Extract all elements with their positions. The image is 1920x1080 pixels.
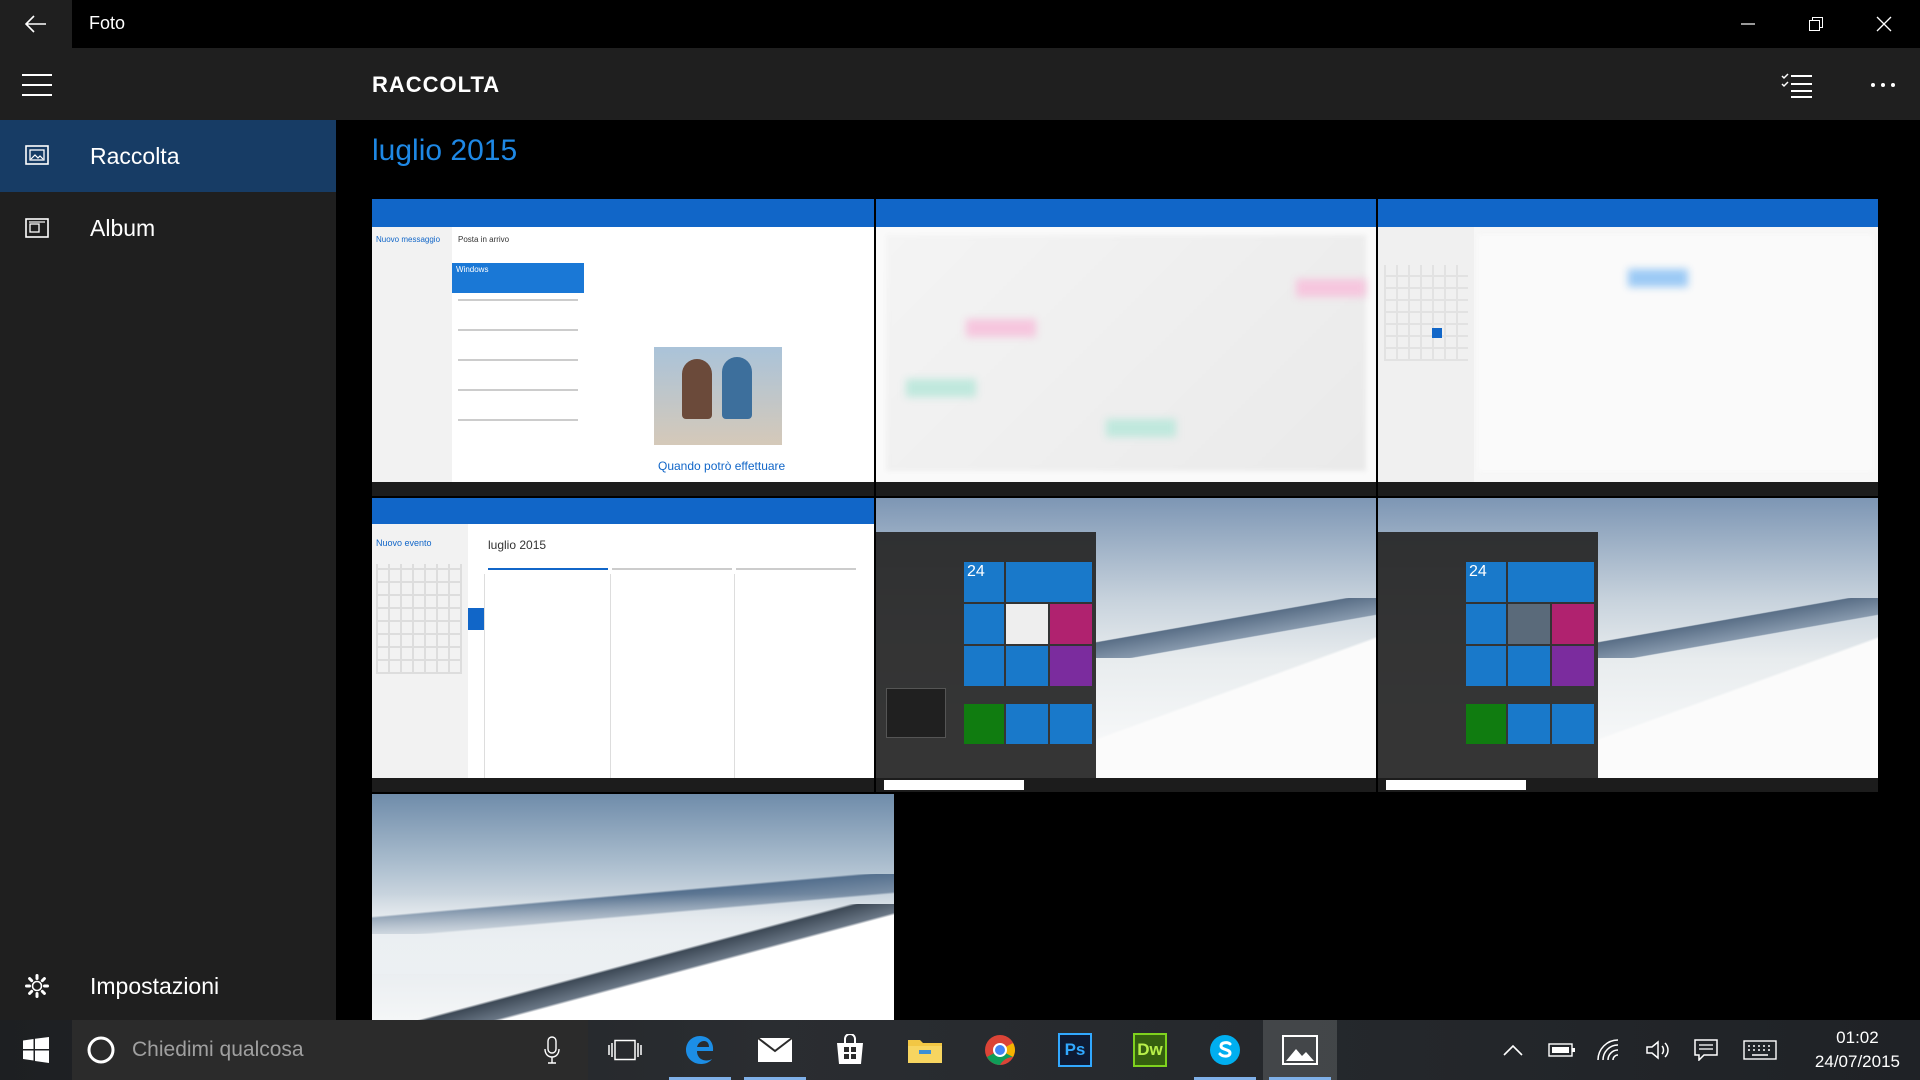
back-arrow-icon: [25, 15, 46, 33]
page-header: RACCOLTA: [336, 48, 1920, 120]
select-button[interactable]: [1774, 62, 1820, 108]
mail-icon: [757, 1037, 793, 1062]
taskbar: Chiedimi qualcosa Ps Dw 01:02 24/07/2015: [0, 1020, 1920, 1080]
inbox-label: Posta in arrivo: [458, 235, 510, 244]
gallery-icon: [25, 145, 49, 165]
new-event-link: Nuovo evento: [376, 538, 432, 548]
battery-icon: [1548, 1043, 1575, 1057]
task-view-button[interactable]: [588, 1020, 662, 1080]
keyboard-icon: [1743, 1040, 1777, 1060]
start-tile-date: 24: [967, 563, 985, 580]
chrome-icon: [985, 1035, 1015, 1065]
taskbar-skype[interactable]: [1188, 1020, 1262, 1080]
nav-item-album[interactable]: Album: [0, 192, 336, 264]
nav-label-settings: Impostazioni: [90, 972, 220, 999]
taskbar-photoshop[interactable]: Ps: [1038, 1020, 1112, 1080]
nav-item-settings[interactable]: Impostazioni: [0, 952, 336, 1020]
clock[interactable]: 01:02 24/07/2015: [1815, 1026, 1900, 1074]
volume-control[interactable]: [1638, 1020, 1678, 1080]
photo-thumbnail[interactable]: [1378, 199, 1878, 496]
taskbar-edge[interactable]: [663, 1020, 737, 1080]
nav-label-album: Album: [90, 214, 156, 241]
restore-icon: [1809, 17, 1823, 31]
window-title: Foto: [89, 13, 126, 33]
hamburger-menu-icon[interactable]: [22, 74, 52, 96]
photo-collection: luglio 2015 Nuovo messaggio Posta in arr…: [336, 120, 1920, 1020]
dreamweaver-icon: Dw: [1133, 1033, 1167, 1067]
start-tile-date: 24: [1469, 563, 1487, 580]
chevron-up-icon: [1503, 1044, 1523, 1056]
cortana-search-box[interactable]: Chiedimi qualcosa: [72, 1020, 588, 1080]
restore-button[interactable]: [1782, 0, 1850, 48]
checklist-icon: [1781, 73, 1812, 98]
back-button[interactable]: [0, 0, 72, 48]
search-placeholder: Chiedimi qualcosa: [132, 1038, 304, 1061]
taskbar-file-explorer[interactable]: [888, 1020, 962, 1080]
title-bar: Foto: [0, 0, 1920, 48]
minimize-button[interactable]: [1714, 0, 1782, 48]
skype-icon: [1210, 1035, 1240, 1065]
taskbar-photos[interactable]: [1263, 1020, 1337, 1080]
taskbar-dreamweaver[interactable]: Dw: [1113, 1020, 1187, 1080]
more-options-button[interactable]: [1860, 62, 1906, 108]
dreamweaver-label: Dw: [1137, 1040, 1163, 1059]
minimize-icon: [1741, 23, 1755, 25]
microphone-icon[interactable]: [544, 1036, 560, 1064]
clock-time: 01:02: [1836, 1028, 1879, 1047]
network-status[interactable]: [1590, 1020, 1630, 1080]
page-title: RACCOLTA: [372, 72, 501, 97]
photo-thumbnail[interactable]: [876, 199, 1376, 496]
new-message-link: Nuovo messaggio: [376, 235, 441, 244]
close-button[interactable]: [1850, 0, 1918, 48]
calendar-month-label: luglio 2015: [488, 538, 547, 552]
store-icon: [837, 1034, 863, 1064]
taskbar-store[interactable]: [813, 1020, 887, 1080]
mail-footer-text: Quando potrò effettuare: [658, 459, 786, 473]
notification-icon: [1694, 1039, 1718, 1061]
nav-label-raccolta: Raccolta: [90, 142, 180, 169]
task-view-icon: [608, 1039, 642, 1061]
taskbar-mail[interactable]: [738, 1020, 812, 1080]
photos-icon: [1282, 1035, 1318, 1065]
gear-icon: [25, 974, 49, 998]
touch-keyboard-button[interactable]: [1738, 1020, 1782, 1080]
windows-logo-icon: [23, 1037, 49, 1063]
speaker-icon: [1646, 1040, 1669, 1060]
photoshop-label: Ps: [1064, 1040, 1086, 1059]
month-group-header[interactable]: luglio 2015: [372, 134, 517, 168]
sender-name: Windows: [456, 265, 489, 274]
action-center-button[interactable]: [1686, 1020, 1726, 1080]
clock-date: 24/07/2015: [1814, 1052, 1900, 1071]
taskbar-chrome[interactable]: [963, 1020, 1037, 1080]
nav-item-raccolta[interactable]: Raccolta: [0, 120, 336, 192]
photoshop-icon: Ps: [1058, 1033, 1092, 1067]
close-icon: [1876, 16, 1892, 32]
cortana-icon: [87, 1036, 115, 1064]
photo-thumbnail[interactable]: 24: [1378, 498, 1878, 792]
album-icon: [25, 218, 49, 238]
battery-status[interactable]: [1540, 1020, 1584, 1080]
photo-thumbnail[interactable]: [372, 794, 894, 1020]
edge-icon: [686, 1036, 714, 1064]
start-button[interactable]: [0, 1020, 72, 1080]
more-icon: [1871, 83, 1895, 87]
wifi-icon: [1597, 1039, 1619, 1061]
show-hidden-icons-button[interactable]: [1494, 1020, 1532, 1080]
photo-thumbnail[interactable]: Nuovo evento luglio 2015: [372, 498, 874, 792]
photo-thumbnail[interactable]: 24: [876, 498, 1376, 792]
navigation-pane: Raccolta Album Impostazioni: [0, 48, 336, 1020]
photo-thumbnail[interactable]: Nuovo messaggio Posta in arrivo Windows …: [372, 199, 874, 496]
file-explorer-icon: [908, 1040, 942, 1063]
